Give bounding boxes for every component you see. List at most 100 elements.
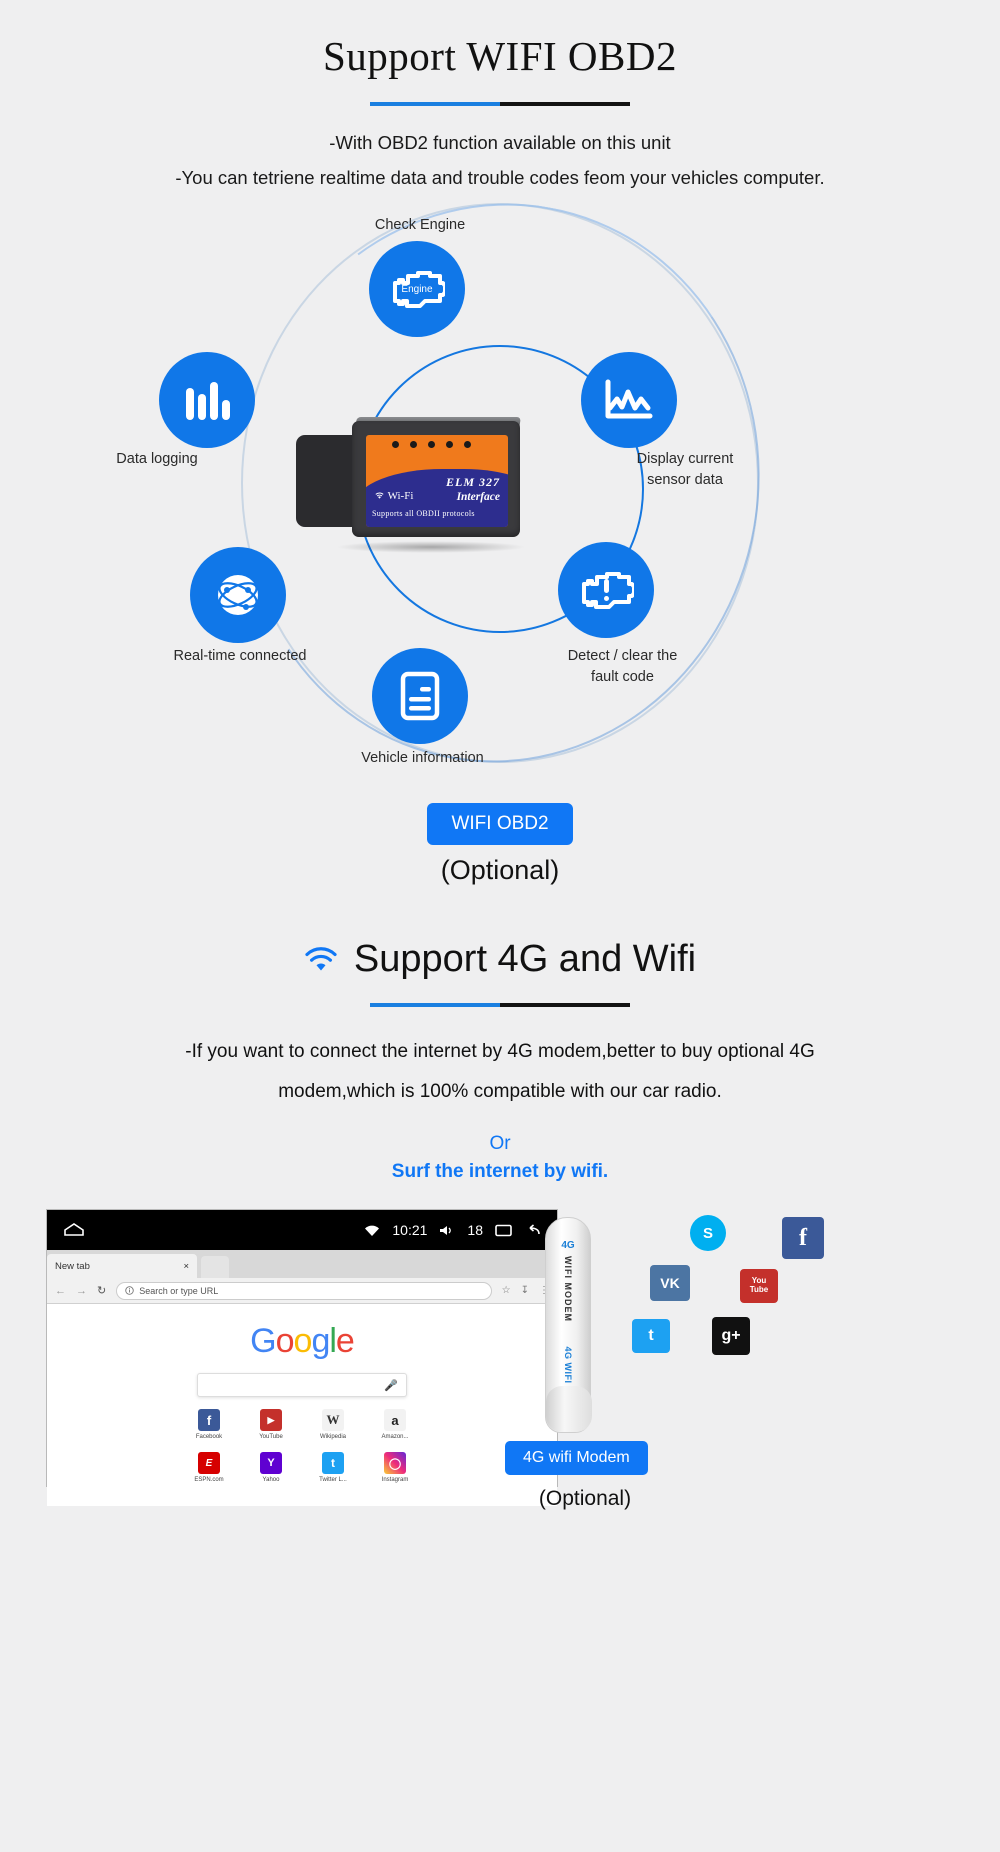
back-icon[interactable]: ← xyxy=(55,1285,66,1297)
list-item[interactable]: ▶ YouTube xyxy=(248,1409,294,1440)
subtitle-line-1: -With OBD2 function available on this un… xyxy=(329,132,671,153)
browser-tab-bar: New tab × xyxy=(47,1250,557,1278)
youtube-icon: ▶ xyxy=(260,1409,282,1431)
surf-internet-label: Surf the internet by wifi. xyxy=(391,1161,609,1182)
social-icons-cluster: S f VK You Tube t g+ xyxy=(632,1209,1000,1399)
modem-4g-badge: 4G xyxy=(561,1240,575,1251)
node-vehicle-information[interactable] xyxy=(372,648,468,744)
modem-cap xyxy=(546,1386,592,1432)
node-label-real-time-connected: Real-time connected xyxy=(173,648,307,664)
search-input-placeholder: Search or type URL xyxy=(139,1285,219,1296)
bar-chart-icon xyxy=(186,382,230,420)
globe-network-icon xyxy=(218,575,258,615)
wifi-icon xyxy=(305,946,337,970)
line-chart-icon xyxy=(605,379,653,419)
node-label-data-logging: Data logging xyxy=(116,451,198,467)
reload-icon[interactable]: ↻ xyxy=(97,1284,106,1297)
device-sticker: ELM 327 Interface Wi-Fi Supports all OBD… xyxy=(366,435,508,527)
twitter-icon[interactable]: t xyxy=(632,1319,670,1353)
facebook-icon[interactable]: f xyxy=(782,1217,824,1259)
yahoo-icon: Y xyxy=(260,1452,282,1474)
list-item-label: Instagram xyxy=(381,1477,409,1483)
bottom-showcase: 10:21 18 New tab × ← → ↻ Search or type … xyxy=(0,1209,1000,1510)
google-logo: Google xyxy=(47,1322,557,1361)
shortcut-tiles-row-1: f Facebook ▶ YouTube W Wikipedia a Amazo… xyxy=(47,1409,557,1440)
list-item-label: Wikipedia xyxy=(319,1434,346,1440)
youtube-icon[interactable]: You Tube xyxy=(740,1269,778,1303)
instagram-icon: ◯ xyxy=(384,1452,406,1474)
rule-black-segment xyxy=(500,102,630,106)
device-leds xyxy=(392,441,471,448)
list-item-label: Facebook xyxy=(195,1434,223,1440)
4g-wifi-modem-button[interactable]: 4G wifi Modem xyxy=(505,1441,648,1475)
espn-icon: E xyxy=(198,1452,220,1474)
list-item[interactable]: W Wikipedia xyxy=(310,1409,356,1440)
back-icon[interactable] xyxy=(524,1223,541,1237)
close-icon[interactable]: × xyxy=(183,1261,189,1272)
node-real-time-connected[interactable] xyxy=(190,547,286,643)
list-item[interactable]: t Twitter L... xyxy=(310,1452,356,1483)
browser-viewport: Google 🎤 f Facebook ▶ YouTube W Wikipedi… xyxy=(47,1322,557,1506)
section2-body-line-1: -If you want to connect the internet by … xyxy=(185,1041,815,1062)
wifi-icon xyxy=(375,492,384,499)
rule-blue-segment-2 xyxy=(370,1003,500,1007)
section2-heading: Support 4G and Wifi xyxy=(0,938,1000,981)
node-display-sensor-data[interactable] xyxy=(581,352,677,448)
4g-modem-optional-label: (Optional) xyxy=(538,1487,632,1510)
list-item[interactable]: Y Yahoo xyxy=(248,1452,294,1483)
list-item-label: ESPN.com xyxy=(194,1477,224,1483)
skype-icon[interactable]: S xyxy=(690,1215,726,1251)
document-icon xyxy=(400,671,440,721)
google-search-box[interactable]: 🎤 xyxy=(197,1373,407,1397)
forward-icon[interactable]: → xyxy=(76,1285,87,1297)
logo-letter: g xyxy=(311,1322,330,1360)
facebook-icon: f xyxy=(198,1409,220,1431)
status-bar-volume-level: 18 xyxy=(467,1222,483,1238)
4g-wifi-modem-image: 4G WIFI MODEM 4G WIFI MODEM xyxy=(545,1217,592,1433)
amazon-icon: a xyxy=(384,1409,406,1431)
list-item-label: Yahoo xyxy=(262,1477,280,1483)
subtitle-line-2: -You can tetriene realtime data and trou… xyxy=(175,167,825,188)
list-item[interactable]: ◯ Instagram xyxy=(372,1452,418,1483)
download-icon[interactable]: ↧ xyxy=(521,1285,529,1296)
node-label-detect-clear-fault-code: Detect / clear the fault code xyxy=(567,648,678,686)
vk-icon[interactable]: VK xyxy=(650,1265,690,1301)
mic-icon[interactable]: 🎤 xyxy=(384,1379,398,1392)
node-label-vehicle-information: Vehicle information xyxy=(361,750,484,766)
device-brand-text: ELM 327 xyxy=(445,475,500,489)
info-icon xyxy=(125,1286,134,1295)
rule-blue-segment xyxy=(370,102,500,106)
browser-tab[interactable]: New tab × xyxy=(47,1254,197,1278)
googleplus-icon[interactable]: g+ xyxy=(712,1317,750,1355)
wikipedia-icon: W xyxy=(322,1409,344,1431)
android-status-bar: 10:21 18 xyxy=(47,1210,557,1250)
status-bar-time: 10:21 xyxy=(392,1222,428,1238)
list-item[interactable]: E ESPN.com xyxy=(186,1452,232,1483)
recents-icon[interactable] xyxy=(495,1224,512,1237)
browser-tab-label: New tab xyxy=(55,1260,90,1272)
new-tab-button[interactable] xyxy=(201,1256,229,1278)
list-item-label: Twitter L... xyxy=(319,1477,347,1483)
logo-letter: o xyxy=(275,1322,295,1360)
rule-black-segment-2 xyxy=(500,1003,630,1007)
list-item[interactable]: a Amazon... xyxy=(372,1409,418,1440)
or-label: Or xyxy=(489,1133,511,1154)
shortcut-tiles-row-2: E ESPN.com Y Yahoo t Twitter L... ◯ Inst… xyxy=(47,1452,557,1483)
title-rule xyxy=(370,102,630,106)
wifi-obd2-button[interactable]: WIFI OBD2 xyxy=(427,803,573,845)
modem-vertical-label: WIFI MODEM xyxy=(563,1256,573,1322)
section2-rule xyxy=(370,1003,630,1007)
node-check-engine[interactable]: Engine xyxy=(369,241,465,337)
list-item[interactable]: f Facebook xyxy=(186,1409,232,1440)
engine-icon: Engine xyxy=(393,271,445,308)
node-detect-clear-fault-code[interactable] xyxy=(558,542,654,638)
section2-title: Support 4G and Wifi xyxy=(353,938,697,980)
star-icon[interactable]: ☆ xyxy=(502,1285,511,1296)
twitter-icon: t xyxy=(322,1452,344,1474)
search-input[interactable]: Search or type URL xyxy=(116,1281,492,1300)
page-title: Support WIFI OBD2 xyxy=(323,33,677,79)
node-data-logging[interactable] xyxy=(159,352,255,448)
device-interface-text: Interface xyxy=(456,491,500,503)
engine-warning-icon xyxy=(582,572,634,609)
home-icon[interactable] xyxy=(63,1223,85,1237)
